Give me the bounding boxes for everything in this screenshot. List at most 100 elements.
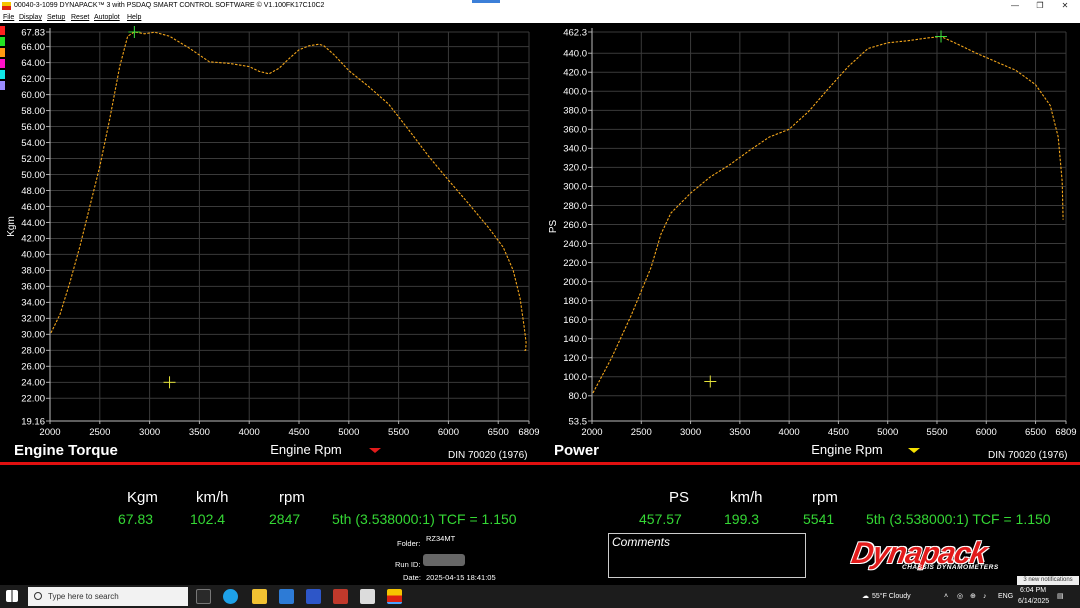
mail-icon[interactable] <box>279 589 294 604</box>
search-icon <box>34 592 42 600</box>
torque-ytick-label: 32.00 <box>21 314 45 325</box>
torque-xtick-label: 6500 <box>488 427 509 438</box>
power-ytick-label: 80.0 <box>569 391 588 402</box>
torque-xtick-label: 2000 <box>39 427 60 438</box>
power-ytick-label: 240.0 <box>563 239 587 250</box>
clock-date[interactable]: 6/14/2025 <box>1018 596 1049 608</box>
readout-right-header-rpm: rpm <box>812 489 838 506</box>
power-xtick-label: 6000 <box>976 427 997 438</box>
power-ytick-label: 440.0 <box>563 49 587 60</box>
torque-ytick-label: 46.00 <box>21 202 45 213</box>
readout-left-gear: 5th (3.538000:1) TCF = 1.150 <box>332 511 517 527</box>
edge-icon[interactable] <box>223 589 238 604</box>
divider-red-line <box>0 462 1080 465</box>
readout-left-torque: 67.83 <box>118 511 154 527</box>
power-standard-label: DIN 70020 (1976) <box>988 450 1068 461</box>
torque-ytick-label: 64.00 <box>21 58 45 69</box>
torque-cursor-crosshair <box>163 376 176 389</box>
power-ytick-label: 180.0 <box>563 296 587 307</box>
torque-ytick-label: 28.00 <box>21 346 45 357</box>
task-view-icon[interactable] <box>196 589 211 604</box>
security-app-icon[interactable] <box>333 589 348 604</box>
torque-ytick-label: 19.16 <box>21 416 45 427</box>
store-icon[interactable] <box>360 589 375 604</box>
folder-label: Folder: <box>397 539 421 548</box>
weather-icon: ☁ <box>862 593 869 600</box>
torque-xtick-label: 4500 <box>288 427 309 438</box>
torque-standard-label: DIN 70020 (1976) <box>448 450 528 461</box>
readout-right-speed: 199.3 <box>724 511 760 527</box>
power-ytick-label: 280.0 <box>563 201 587 212</box>
torque-xtick-label: 3000 <box>139 427 160 438</box>
power-xtick-label: 3500 <box>729 427 750 438</box>
notification-toast[interactable]: 3 new notifications <box>1017 576 1079 585</box>
power-ytick-label: 120.0 <box>563 353 587 364</box>
torque-ytick-label: 56.00 <box>21 122 45 133</box>
torque-ytick-label: 48.00 <box>21 186 45 197</box>
torque-ytick-label: 66.00 <box>21 42 45 53</box>
power-curve <box>592 35 1064 394</box>
torque-ytick-label: 24.00 <box>21 378 45 389</box>
power-ytick-label: 140.0 <box>563 334 587 345</box>
dyno-charts: 2000 2500 3000 3500 4000 4500 5000 5500 6000 6500… <box>6 26 1077 461</box>
notifications-icon[interactable]: ▤ <box>1057 585 1064 608</box>
power-y-axis-label: PS <box>548 220 559 234</box>
date-value: 2025-04-15 18:41:05 <box>426 573 496 582</box>
comments-box[interactable]: Comments <box>608 533 806 578</box>
torque-xtick-label: 3500 <box>189 427 210 438</box>
search-input[interactable]: Type here to search <box>28 587 188 606</box>
language-indicator[interactable]: ENG <box>998 585 1013 608</box>
torque-chart-title: Engine Torque <box>14 442 118 459</box>
readout-left-header-kgm: Kgm <box>127 489 158 506</box>
torque-ytick-label: 62.00 <box>21 74 45 85</box>
start-button[interactable] <box>6 590 18 602</box>
runid-label: Run ID: <box>395 560 421 569</box>
torque-dropdown-indicator <box>369 448 381 453</box>
date-label: Date: <box>403 573 421 582</box>
torque-xtick-label: 5000 <box>338 427 359 438</box>
readout-left-header-rpm: rpm <box>279 489 305 506</box>
power-xtick-label: 6500 <box>1025 427 1046 438</box>
weather-text[interactable]: 55°F Cloudy <box>872 585 911 608</box>
logo-subtitle: CHASSIS DYNAMOMETERS <box>902 564 999 571</box>
torque-xtick-label: 2500 <box>89 427 110 438</box>
torque-ytick-label: 38.00 <box>21 266 45 277</box>
torque-ytick-label: 67.83 <box>21 27 45 38</box>
power-ytick-label: 340.0 <box>563 144 587 155</box>
power-ytick-label: 462.3 <box>563 27 587 38</box>
launcher-icon[interactable] <box>306 589 321 604</box>
power-ytick-label: 160.0 <box>563 315 587 326</box>
power-xtick-label: 4000 <box>779 427 800 438</box>
runid-redacted <box>423 554 465 566</box>
power-xtick-label: 5000 <box>877 427 898 438</box>
power-ytick-label: 100.0 <box>563 372 587 383</box>
power-ytick-label: 53.5 <box>569 416 588 427</box>
torque-ytick-label: 58.00 <box>21 106 45 117</box>
torque-ytick-label: 30.00 <box>21 330 45 341</box>
readout-right-header-ps: PS <box>669 489 690 506</box>
torque-ytick-label: 52.00 <box>21 154 45 165</box>
torque-ytick-label: 60.00 <box>21 90 45 101</box>
tray-chevron-icon[interactable]: ˄ <box>944 585 948 608</box>
torque-ytick-label: 44.00 <box>21 218 45 229</box>
torque-xtick-label: 6809 <box>518 427 539 438</box>
power-ytick-label: 380.0 <box>563 106 587 117</box>
dynapack-logo: Dynapack CHASSIS DYNAMOMETERS <box>849 537 1042 577</box>
power-ytick-label: 320.0 <box>563 163 587 174</box>
power-cursor-crosshair <box>704 375 717 388</box>
globe-icon[interactable]: ⊕ <box>970 585 976 608</box>
torque-ytick-label: 40.00 <box>21 250 45 261</box>
power-dropdown-indicator <box>908 448 920 453</box>
torque-ytick-label: 22.00 <box>21 394 45 405</box>
power-ytick-label: 220.0 <box>563 258 587 269</box>
network-icon[interactable]: ◎ <box>957 585 963 608</box>
dynapack-app-icon[interactable] <box>387 589 402 604</box>
volume-icon[interactable]: ♪ <box>983 585 987 608</box>
torque-ytick-label: 26.00 <box>21 362 45 373</box>
file-explorer-icon[interactable] <box>252 589 267 604</box>
torque-peak-marker <box>128 26 141 38</box>
torque-xtick-label: 6000 <box>438 427 459 438</box>
power-ytick-label: 200.0 <box>563 277 587 288</box>
power-ytick-label: 300.0 <box>563 182 587 193</box>
search-placeholder: Type here to search <box>48 592 119 601</box>
